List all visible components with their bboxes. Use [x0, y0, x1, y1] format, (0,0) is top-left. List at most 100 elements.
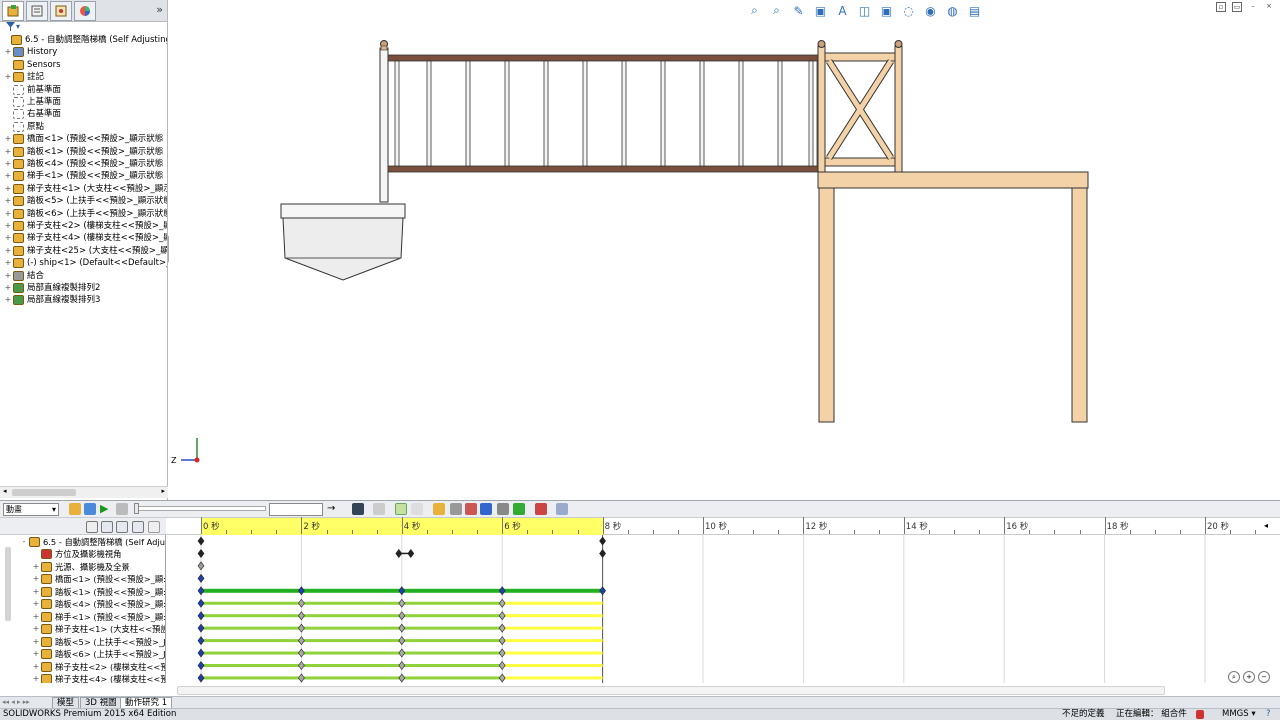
expand-toggle-icon[interactable]: +: [4, 284, 12, 292]
feature-tree-item[interactable]: + History: [4, 46, 57, 58]
expand-toggle-icon[interactable]: +: [4, 184, 12, 193]
feature-tree-item[interactable]: + 梯子支柱<1> (大支柱<<預設>_顯示: [4, 183, 167, 195]
motion-tree-item[interactable]: + 梯子支柱<2> (樓梯支柱<<預: [32, 661, 165, 673]
feature-tree-item[interactable]: 6.5 - 自動調整階梯橋 (Self Adjusting Ste: [2, 34, 167, 46]
motion-tree-item[interactable]: + 踏板<5> (上扶手<<預設>_J: [32, 636, 165, 648]
spring-icon[interactable]: [450, 503, 462, 515]
play-from-start-icon[interactable]: [84, 503, 96, 515]
expand-panel-icon[interactable]: »: [156, 3, 163, 16]
motion-tree-vscrollbar[interactable]: [4, 537, 12, 677]
filter-animated-icon[interactable]: [86, 521, 98, 533]
feature-tree-item[interactable]: + (-) ship<1> (Default<<Default>_Ph: [4, 257, 167, 269]
motion-tree-vscroll-thumb[interactable]: [5, 547, 11, 621]
motion-tree-item[interactable]: + 踏板<4> (預設<<預設>_顯:: [32, 598, 165, 610]
filter-driving-icon[interactable]: [101, 521, 113, 533]
gravity-icon[interactable]: [513, 503, 525, 515]
expand-toggle-icon[interactable]: +: [4, 160, 12, 168]
expand-toggle-icon[interactable]: +: [4, 73, 12, 81]
expand-toggle-icon[interactable]: [4, 61, 12, 69]
expand-toggle-icon[interactable]: +: [4, 271, 12, 280]
feature-tree-item[interactable]: + 梯子支柱<2> (樓梯支柱<<預設>_顯: [4, 220, 167, 232]
graphics-area[interactable]: ⌕ ⌕ ✎ ▣ A ◫ ▣ ◌ ◉ ◍ ▤ ▫ ▭ – × Z: [169, 0, 1280, 500]
results-plot-icon[interactable]: [535, 503, 547, 515]
stop-icon[interactable]: [116, 503, 128, 515]
expand-toggle-icon[interactable]: +: [32, 674, 40, 683]
damper-icon[interactable]: [465, 503, 477, 515]
motion-study-properties-icon[interactable]: [556, 503, 568, 515]
motion-tree-item[interactable]: + 梯子支柱<1> (大支柱<<預設: [32, 623, 165, 635]
expand-toggle-icon[interactable]: +: [32, 562, 40, 571]
force-icon[interactable]: [480, 503, 492, 515]
expand-toggle-icon[interactable]: +: [4, 296, 12, 304]
expand-toggle-icon[interactable]: [4, 98, 12, 106]
expand-toggle-icon[interactable]: -: [20, 538, 28, 546]
motion-tree-item[interactable]: + 光源、攝影機及全景: [32, 561, 130, 573]
wooden-tower[interactable]: [817, 40, 1089, 423]
expand-toggle-icon[interactable]: +: [4, 259, 12, 267]
feature-tree-item[interactable]: 原點: [4, 121, 44, 133]
zoom-out-icon[interactable]: −: [1258, 671, 1270, 683]
autokey-icon[interactable]: [395, 503, 407, 515]
timeline-ruler[interactable]: 0 秒 2 秒 4 秒 6 秒 8 秒 10 秒 12 秒 14 秒 16 秒 18 秒 20 秒: [166, 517, 1280, 535]
motion-tree-item[interactable]: + 踏板<6> (上扶手<<預設>_J: [32, 648, 165, 660]
playback-mode-icon[interactable]: →: [327, 503, 339, 515]
motion-tree-item[interactable]: + 梯手<1> (預設<<預設>_顯:: [32, 611, 165, 623]
feature-tree-item[interactable]: + 梯手<1> (預設<<預設>_顯示狀態 1: [4, 170, 167, 182]
tab-nav-arrows[interactable]: ◂◂ ◂ ▸ ▸▸: [2, 698, 30, 706]
play-icon[interactable]: ▶: [100, 503, 112, 515]
save-animation-icon[interactable]: [352, 503, 364, 515]
expand-toggle-icon[interactable]: +: [4, 135, 12, 143]
timeline-hscrollbar[interactable]: [177, 686, 1165, 695]
zoom-in-icon[interactable]: +: [1243, 671, 1255, 683]
feature-tree-hscroll-thumb[interactable]: [12, 489, 76, 496]
animation-wizard-icon[interactable]: [373, 503, 385, 515]
feature-tree-item[interactable]: 上基準面: [4, 96, 61, 108]
study-type-select[interactable]: 動畫: [3, 503, 59, 516]
expand-toggle-icon[interactable]: +: [32, 637, 40, 646]
expand-toggle-icon[interactable]: +: [32, 612, 40, 621]
feature-tree-item[interactable]: 右基準面: [4, 108, 61, 120]
feature-tree-item[interactable]: + 局部直線複製排列3: [4, 294, 100, 306]
timeline-grid[interactable]: [166, 535, 1280, 683]
feature-tree-item[interactable]: + 註記: [4, 71, 44, 83]
ship-model[interactable]: [280, 203, 406, 281]
expand-toggle-icon[interactable]: +: [4, 147, 12, 156]
expand-toggle-icon[interactable]: [4, 110, 12, 118]
expand-toggle-icon[interactable]: +: [4, 48, 12, 56]
playback-slider[interactable]: [134, 506, 266, 511]
feature-tree-item[interactable]: + 踏板<1> (預設<<預設>_顯示狀態 1: [4, 146, 167, 158]
property-manager-tab[interactable]: [26, 1, 48, 21]
feature-tree-tab[interactable]: [2, 1, 24, 21]
expand-toggle-icon[interactable]: [4, 123, 12, 131]
expand-toggle-icon[interactable]: +: [32, 600, 40, 608]
feature-tree-item[interactable]: + 踏板<4> (預設<<預設>_顯示狀態 1: [4, 158, 167, 170]
expand-toggle-icon[interactable]: +: [4, 197, 12, 205]
motion-tree-item[interactable]: + 橋面<1> (預設<<預設>_顯:: [32, 573, 165, 585]
scroll-left-icon[interactable]: ◂: [3, 487, 7, 495]
motion-tree-item[interactable]: 方位及攝影機視角: [32, 548, 121, 560]
feature-tree-item[interactable]: 前基準面: [4, 84, 61, 96]
motion-tree-item[interactable]: + 踏板<1> (預設<<預設>_顯:: [32, 586, 165, 598]
feature-tree-hscrollbar[interactable]: ◂ ▸: [0, 486, 168, 498]
feature-tree-item[interactable]: + 橋面<1> (預設<<預設>_顯示狀態 1: [4, 133, 167, 145]
zoom-fit-icon[interactable]: ⌕: [1228, 671, 1240, 683]
playback-slider-thumb[interactable]: [134, 503, 139, 514]
filter-selected-icon[interactable]: [116, 521, 128, 533]
playback-speed-select[interactable]: [269, 503, 323, 516]
expand-toggle-icon[interactable]: +: [4, 234, 12, 242]
scroll-right-icon[interactable]: ▸: [161, 487, 165, 495]
configuration-manager-tab[interactable]: [50, 1, 72, 21]
expand-toggle-icon[interactable]: [4, 86, 12, 94]
feature-tree-item[interactable]: + 結合: [4, 270, 44, 282]
feature-tree-item[interactable]: + 梯子支柱<4> (樓梯支柱<<預設>_顯: [4, 232, 167, 244]
expand-toggle-icon[interactable]: +: [4, 209, 12, 218]
motion-tree-item[interactable]: + 梯子支柱<4> (樓梯支柱<<預: [32, 673, 165, 683]
rebuild-icon[interactable]: [1196, 710, 1204, 719]
calculate-icon[interactable]: [69, 503, 81, 515]
feature-tree-item[interactable]: + 踏板<5> (上扶手<<預設>_顯示狀態: [4, 195, 167, 207]
filter-results-icon[interactable]: [132, 521, 144, 533]
bridge-railing[interactable]: [387, 54, 822, 173]
feature-tree-item[interactable]: + 梯子支柱<25> (大支柱<<預設>_顯: [4, 245, 167, 257]
filter-dropdown-arrow[interactable]: ▾: [16, 22, 20, 31]
feature-tree-item[interactable]: + 踏板<6> (上扶手<<預設>_顯示狀態: [4, 208, 167, 220]
